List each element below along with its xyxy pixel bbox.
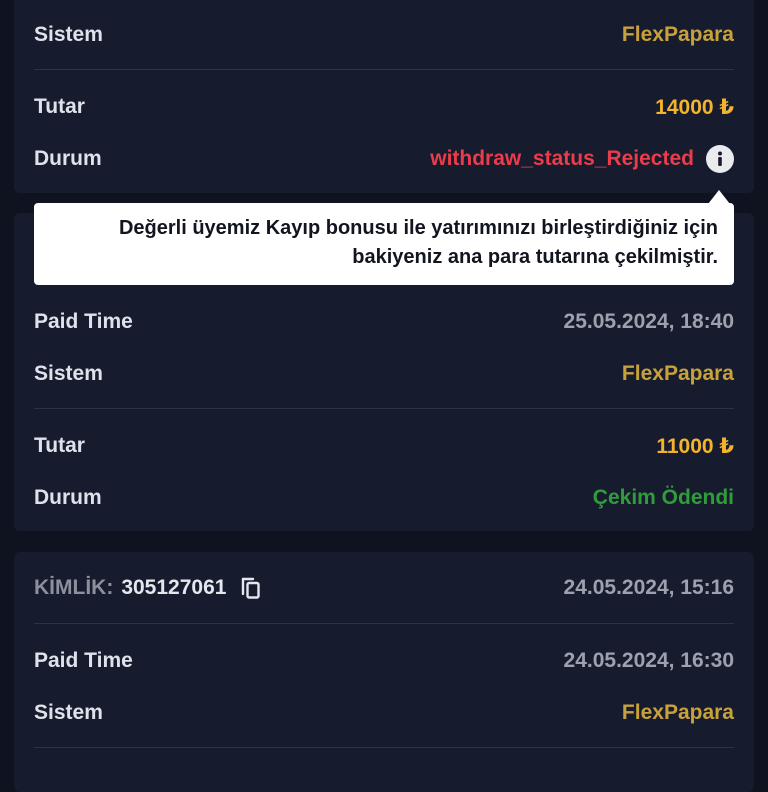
system-value: FlexPapara — [621, 701, 734, 724]
tooltip-line-2: bakiyeniz ana para tutarına çekilmiştir. — [352, 246, 718, 268]
amount-label: Tutar — [34, 95, 85, 118]
system-label: Sistem — [34, 23, 103, 46]
amount-row: Tutar 11000 ₺ — [34, 431, 734, 461]
status-label: Durum — [34, 147, 102, 170]
amount-value: 11000 ₺ — [656, 434, 734, 458]
paid-time-value: 24.05.2024, 16:30 — [563, 649, 734, 672]
status-row: Durum withdraw_status_Rejected — [34, 144, 734, 174]
paid-time-row: Paid Time 25.05.2024, 18:40 — [34, 307, 734, 337]
status-tooltip: Değerli üyemiz Kayıp bonusu ile yatırımı… — [34, 203, 734, 285]
system-row: Sistem FlexPapara — [34, 359, 734, 389]
status-value: Çekim Ödendi — [592, 486, 734, 509]
status-rejected-text: withdraw_status_Rejected — [430, 147, 694, 170]
copy-icon[interactable] — [240, 576, 262, 600]
id-group: KİMLİK: 305127061 — [34, 576, 262, 600]
tooltip-line-1: Değerli üyemiz Kayıp bonusu ile yatırımı… — [118, 217, 718, 239]
status-row: Durum Çekim Ödendi — [34, 483, 734, 513]
system-row: Sistem FlexPapara — [34, 20, 734, 50]
transaction-card-3: KİMLİK: 305127061 24.05.2024, 15:16 Paid… — [14, 552, 754, 792]
paid-time-value: 25.05.2024, 18:40 — [563, 310, 734, 333]
id-row: KİMLİK: 305127061 24.05.2024, 15:16 — [34, 573, 734, 603]
created-time-value: 24.05.2024, 15:16 — [563, 576, 734, 599]
id-value[interactable]: 305127061 — [121, 576, 226, 600]
amount-row: Tutar 14000 ₺ — [34, 92, 734, 122]
status-value-wrap: withdraw_status_Rejected — [430, 145, 734, 173]
paid-time-label: Paid Time — [34, 649, 133, 672]
system-value: FlexPapara — [621, 362, 734, 385]
transaction-card-1: Sistem FlexPapara Tutar 14000 ₺ Durum wi… — [14, 0, 754, 193]
system-row: Sistem FlexPapara — [34, 698, 734, 728]
system-label: Sistem — [34, 362, 103, 385]
tooltip-arrow — [708, 190, 730, 204]
amount-label: Tutar — [34, 434, 85, 457]
paid-time-row: Paid Time 24.05.2024, 16:30 — [34, 646, 734, 676]
id-label: KİMLİK: — [34, 576, 114, 599]
paid-time-label: Paid Time — [34, 310, 133, 333]
info-icon[interactable] — [706, 145, 734, 173]
system-value: FlexPapara — [621, 23, 734, 46]
status-label: Durum — [34, 486, 102, 509]
divider — [34, 69, 734, 70]
divider — [34, 623, 734, 624]
divider — [34, 408, 734, 409]
divider — [34, 747, 734, 748]
amount-value: 14000 ₺ — [655, 95, 734, 119]
system-label: Sistem — [34, 701, 103, 724]
